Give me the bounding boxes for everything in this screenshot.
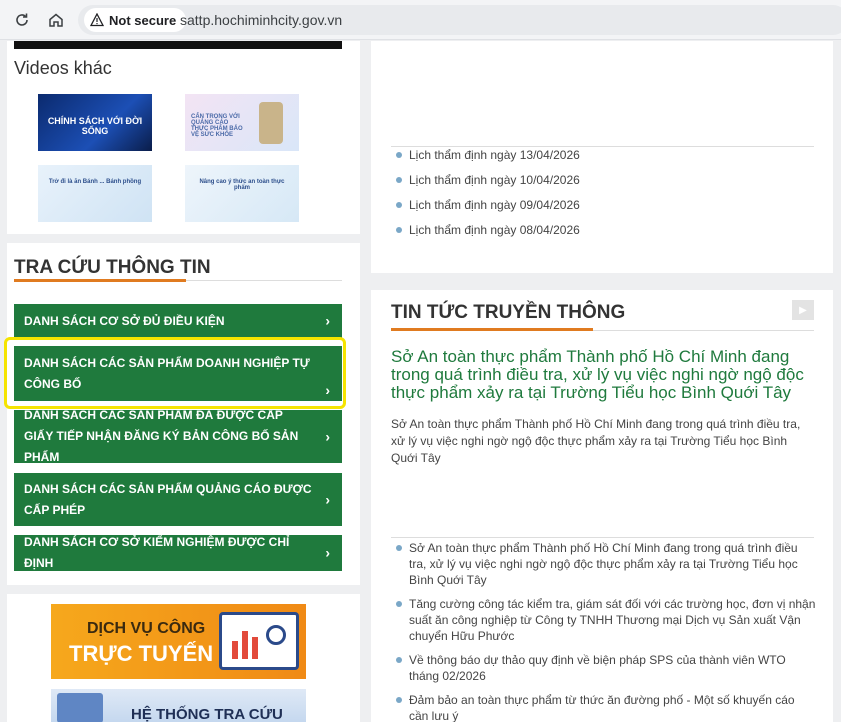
button-label: DANH SÁCH CÁC SẢN PHẨM QUẢNG CÁO ĐƯỢC CẤ…: [24, 481, 312, 517]
chart-monitor-icon: [219, 612, 299, 670]
play-icon: ▶: [799, 304, 807, 316]
url-text[interactable]: sattp.hochiminhcity.gov.vn: [180, 12, 342, 28]
address-bar[interactable]: Not secure sattp.hochiminhcity.gov.vn: [78, 5, 841, 35]
lookup-system-banner[interactable]: HỆ THỐNG TRA CỨU: [51, 689, 306, 722]
home-icon[interactable]: [44, 8, 68, 32]
appraisal-link[interactable]: Lịch thẩm định ngày 10/04/2026: [391, 172, 814, 188]
button-label: DANH SÁCH CƠ SỞ KIỂM NGHIỆM ĐƯỢC CHỈ ĐỊN…: [24, 535, 290, 570]
browser-toolbar: Not secure sattp.hochiminhcity.gov.vn: [0, 0, 841, 40]
appraisal-link[interactable]: Lịch thẩm định ngày 08/04/2026: [391, 222, 814, 238]
chevron-right-icon: ›: [325, 544, 330, 561]
news-summary: Sở An toàn thực phẩm Thành phố Hồ Chí Mi…: [391, 417, 801, 465]
news-list: Sở An toàn thực phẩm Thành phố Hồ Chí Mi…: [391, 540, 816, 722]
video-thumb[interactable]: Nâng cao ý thức an toàn thực phẩm: [185, 165, 299, 222]
warning-icon: [90, 13, 104, 27]
video-thumb[interactable]: CẨN TRỌNG VỚI QUẢNG CÁO THỰC PHẨM BẢO VỆ…: [185, 94, 299, 151]
title-underline: [14, 279, 186, 282]
video-thumb[interactable]: CHÍNH SÁCH VỚI ĐỜI SỐNG: [38, 94, 152, 151]
news-headline-link[interactable]: Sở An toàn thực phẩm Thành phố Hồ Chí Mi…: [391, 348, 811, 402]
button-label: DANH SÁCH CƠ SỞ ĐỦ ĐIỀU KIỆN: [24, 313, 225, 328]
video-thumb[interactable]: Trở đi là ăn Bánh ... Bánh phồng: [38, 165, 152, 222]
security-label: Not secure: [109, 12, 177, 28]
lookup-button-registered-products[interactable]: DANH SÁCH CÁC SẢN PHẨM ĐÃ ĐƯỢC CẤP GIẤY …: [14, 408, 342, 464]
document-stack-icon: [57, 693, 103, 722]
divider: [391, 537, 814, 538]
button-label: DANH SÁCH CÁC SẢN PHẨM ĐÃ ĐƯỢC CẤP GIẤY …: [24, 408, 299, 464]
appraisal-link[interactable]: Lịch thẩm định ngày 09/04/2026: [391, 197, 814, 213]
lookup-button-eligible-facilities[interactable]: DANH SÁCH CƠ SỞ ĐỦ ĐIỀU KIỆN ›: [14, 304, 342, 338]
news-link[interactable]: Tăng cường công tác kiểm tra, giám sát đ…: [391, 596, 816, 644]
video-player-bottom: [14, 41, 342, 49]
news-more-button[interactable]: ▶: [792, 300, 814, 320]
online-public-service-banner[interactable]: DỊCH VỤ CÔNG TRỰC TUYẾN: [51, 604, 306, 679]
product-bottle-image: [259, 102, 283, 144]
chevron-right-icon: ›: [325, 428, 330, 444]
chevron-right-icon: ›: [325, 312, 330, 329]
appraisal-link[interactable]: Lịch thẩm định ngày 13/04/2026: [391, 147, 814, 163]
lookup-button-licensed-advertising[interactable]: DANH SÁCH CÁC SẢN PHẨM QUẢNG CÁO ĐƯỢC CẤ…: [14, 473, 342, 526]
reload-icon[interactable]: [10, 8, 34, 32]
chevron-right-icon: ›: [325, 491, 330, 507]
news-title: TIN TỨC TRUYỀN THÔNG: [391, 302, 626, 323]
lookup-button-testing-facilities[interactable]: DANH SÁCH CƠ SỞ KIỂM NGHIỆM ĐƯỢC CHỈ ĐỊN…: [14, 535, 342, 571]
title-underline: [391, 328, 593, 331]
videos-title: Videos khác: [14, 58, 112, 78]
news-link[interactable]: Sở An toàn thực phẩm Thành phố Hồ Chí Mi…: [391, 540, 816, 588]
highlight-annotation: [4, 337, 346, 409]
news-link[interactable]: Về thông báo dự thảo quy định về biện ph…: [391, 652, 816, 684]
news-link[interactable]: Đảm bảo an toàn thực phẩm từ thức ăn đườ…: [391, 692, 816, 722]
security-chip[interactable]: Not secure: [84, 8, 187, 32]
appraisal-list: Lịch thẩm định ngày 13/04/2026 Lịch thẩm…: [391, 147, 814, 238]
lookup-title: TRA CỨU THÔNG TIN: [14, 257, 211, 278]
